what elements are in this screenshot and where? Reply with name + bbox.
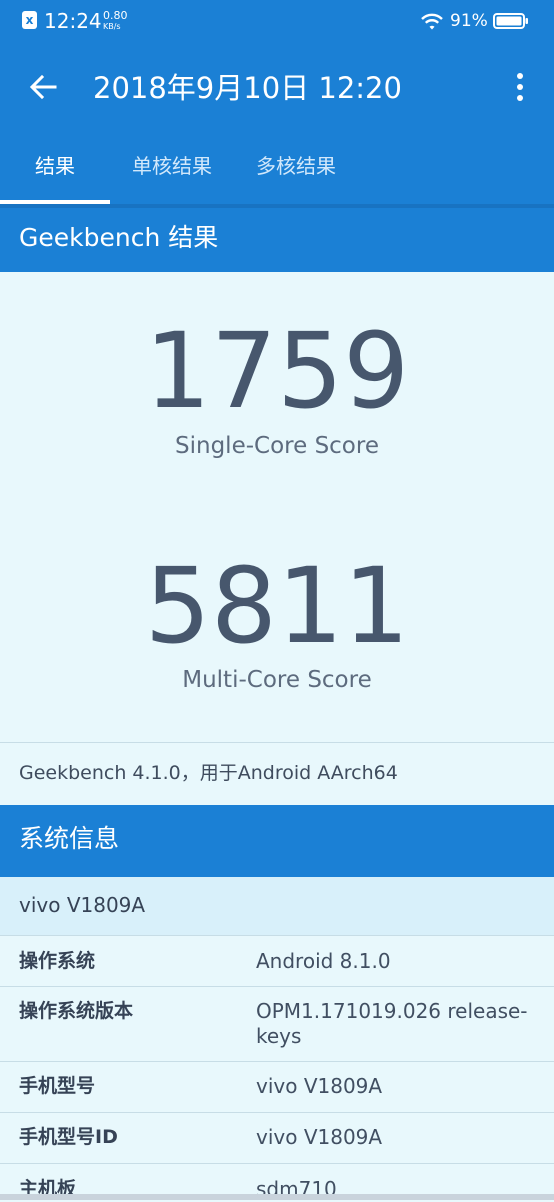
results-section-title: Geekbench 结果 — [19, 223, 219, 252]
status-bar: x 12:24 0.80 KB/s 91% — [0, 0, 554, 44]
wifi-icon — [421, 13, 443, 30]
system-info-title: 系统信息 — [19, 824, 120, 853]
tabs-divider — [0, 204, 554, 208]
battery-percent: 91% — [450, 11, 488, 31]
info-key: 手机型号 — [19, 1075, 96, 1097]
battery-icon — [493, 13, 528, 29]
info-row-os-version: 操作系统版本 OPM1.171019.026 release-keys — [0, 987, 554, 1062]
multi-core-label: Multi-Core Score — [182, 667, 372, 693]
info-value: vivo V1809A — [256, 1074, 383, 1098]
info-row-os: 操作系统 Android 8.1.0 — [0, 936, 554, 987]
info-value: Android 8.1.0 — [256, 949, 391, 973]
info-value: vivo V1809A — [256, 1125, 383, 1149]
notification-icon: x — [22, 11, 37, 29]
bottom-overlay — [0, 1194, 554, 1200]
divider — [0, 742, 554, 743]
more-vert-icon[interactable] — [504, 66, 536, 108]
info-key: 手机型号ID — [19, 1126, 118, 1148]
single-core-score: 1759 — [144, 310, 410, 432]
tab-bar: 结果 单核结果 多核结果 — [0, 130, 554, 204]
status-time: 12:24 — [44, 9, 102, 33]
version-info: Geekbench 4.1.0，用于Android AArch64 — [19, 762, 398, 784]
back-arrow-icon[interactable] — [22, 66, 64, 108]
multi-core-score: 5811 — [144, 545, 410, 667]
page-title: 2018年9月10日 12:20 — [93, 71, 402, 105]
network-speed: 0.80 KB/s — [103, 10, 143, 32]
network-speed-value: 0.80 — [103, 9, 128, 22]
info-key: 操作系统 — [19, 950, 96, 972]
single-core-label: Single-Core Score — [175, 433, 379, 459]
tab-results[interactable]: 结果 — [0, 130, 110, 204]
info-row-model-id: 手机型号ID vivo V1809A — [0, 1113, 554, 1164]
tab-multi-core[interactable]: 多核结果 — [234, 130, 358, 204]
network-speed-unit: KB/s — [103, 22, 121, 31]
info-row-model: 手机型号 vivo V1809A — [0, 1062, 554, 1113]
device-name: vivo V1809A — [19, 893, 146, 917]
info-value: OPM1.171019.026 release-keys — [256, 999, 528, 1048]
info-key: 操作系统版本 — [19, 1000, 134, 1022]
tab-single-core[interactable]: 单核结果 — [110, 130, 234, 204]
